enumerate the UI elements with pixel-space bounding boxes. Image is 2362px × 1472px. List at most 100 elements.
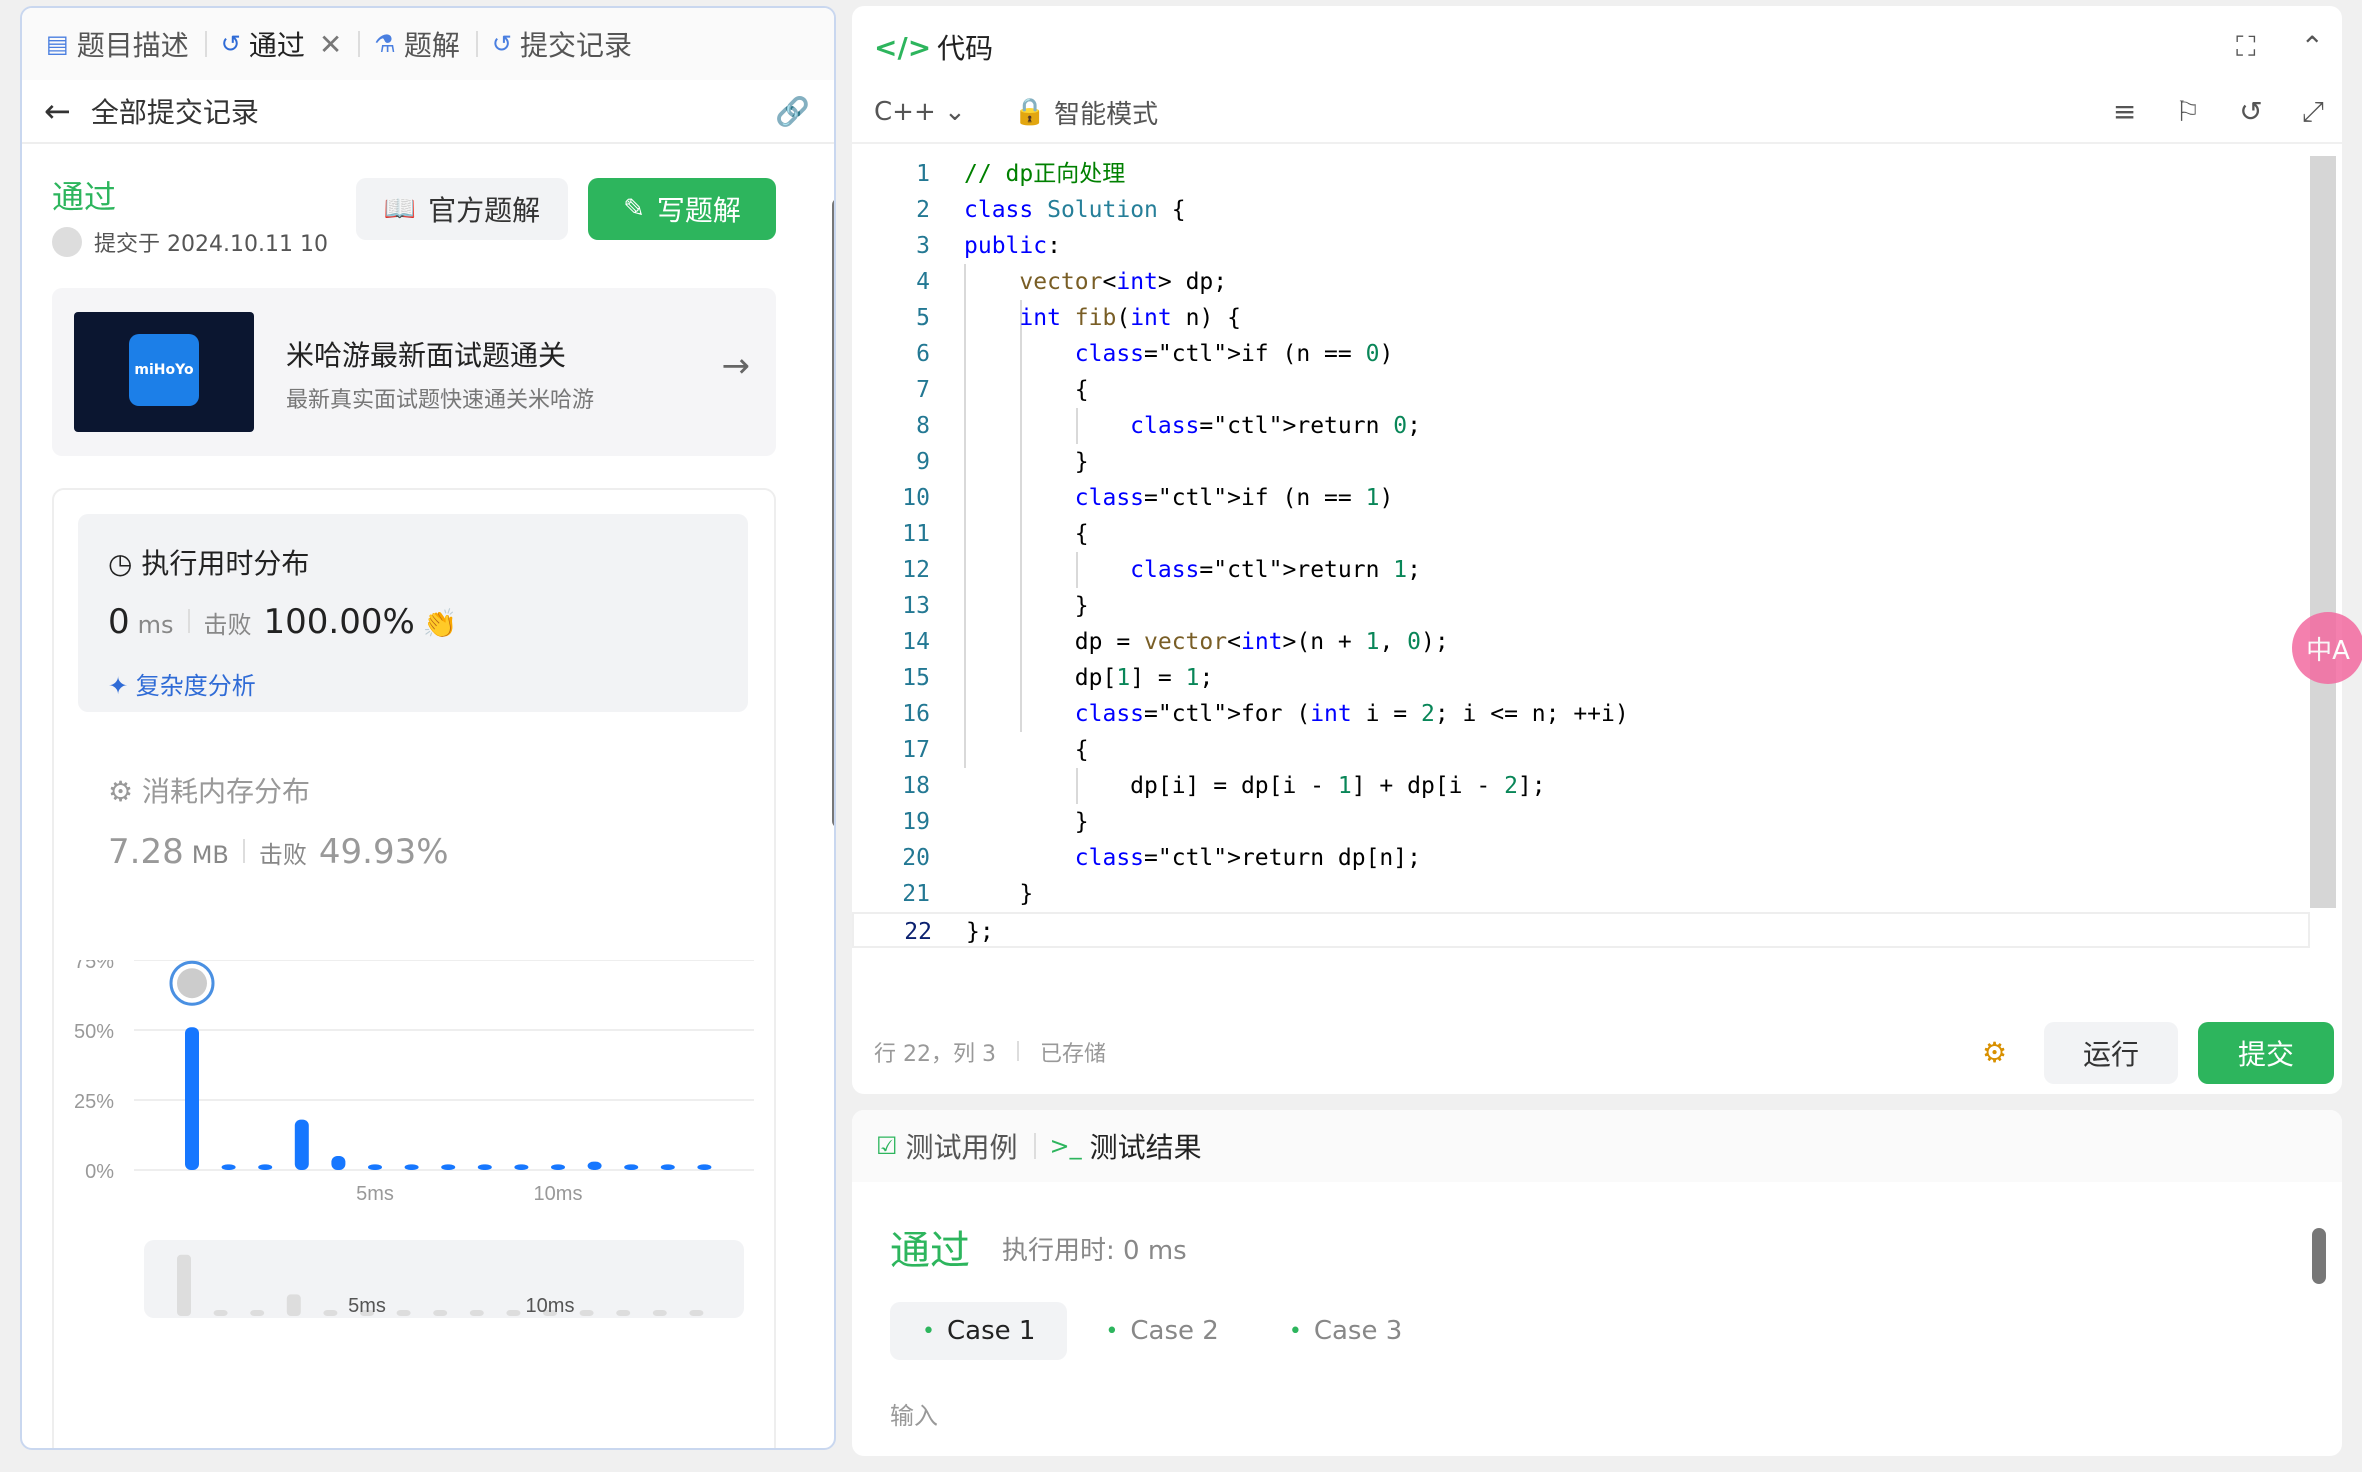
bar[interactable] bbox=[697, 1164, 712, 1170]
chevron-up-icon[interactable]: ⌃ bbox=[2301, 30, 2324, 63]
tab-submissions[interactable]: ↺ 提交记录 bbox=[492, 24, 632, 64]
line-number: 11 bbox=[902, 521, 930, 547]
case-tab-2[interactable]: • Case 2 bbox=[1073, 1302, 1250, 1360]
tab-divider bbox=[1033, 1133, 1036, 1159]
close-icon[interactable]: ✕ bbox=[319, 28, 342, 61]
code-text: } bbox=[964, 809, 1089, 835]
memory-title[interactable]: ⚙ 消耗内存分布 bbox=[108, 770, 310, 810]
run-button[interactable]: 运行 bbox=[2044, 1022, 2178, 1084]
fullscreen-icon[interactable]: ⛶ bbox=[2236, 30, 2256, 63]
runtime-unit: ms bbox=[137, 611, 174, 639]
submit-button[interactable]: 提交 bbox=[2198, 1022, 2334, 1084]
official-solution-button[interactable]: 📖 官方题解 bbox=[356, 178, 568, 240]
chip-icon: ⚙ bbox=[108, 775, 134, 808]
bar[interactable] bbox=[441, 1164, 456, 1170]
promo-image: miHoYo bbox=[74, 312, 254, 432]
overview-brush[interactable] bbox=[144, 1240, 744, 1318]
test-panel: ☑ 测试用例 >_ 测试结果 通过 执行用时: 0 ms • Case 1 • Ca… bbox=[852, 1110, 2342, 1456]
editor-actions: ≡ ⚐ ↺ ⤢ bbox=[2083, 95, 2324, 129]
code-line[interactable]: 5 int fib(int n) { bbox=[852, 300, 2310, 336]
code-line[interactable]: 17 { bbox=[852, 732, 2310, 768]
arrow-left-icon[interactable]: ← bbox=[44, 92, 71, 130]
code-line[interactable]: 7 { bbox=[852, 372, 2310, 408]
code-line[interactable]: 4 vector<int> dp; bbox=[852, 264, 2310, 300]
chevron-down-icon: ⌄ bbox=[944, 97, 966, 127]
bar[interactable] bbox=[551, 1164, 565, 1170]
link-icon[interactable]: 🔗 bbox=[775, 95, 810, 128]
code-line[interactable]: 18 dp[i] = dp[i - 1] + dp[i - 2]; bbox=[852, 768, 2310, 804]
code-line[interactable]: 10 class="ctl">if (n == 1) bbox=[852, 480, 2310, 516]
translate-button[interactable]: 中A bbox=[2292, 612, 2362, 684]
code-line[interactable]: 21 } bbox=[852, 876, 2310, 912]
code-editor[interactable]: 1 // dp正向处理 2 class Solution {3 public: 4 vec… bbox=[852, 156, 2310, 976]
code-line[interactable]: 22}; bbox=[852, 912, 2310, 948]
format-icon[interactable]: ≡ bbox=[2113, 95, 2136, 128]
terminal-icon: >_ bbox=[1049, 1132, 1082, 1160]
promo-title: 米哈游最新面试题通关 bbox=[286, 339, 567, 372]
bookmark-icon[interactable]: ⚐ bbox=[2175, 95, 2200, 128]
case-tab-3[interactable]: • Case 3 bbox=[1257, 1302, 1434, 1360]
line-number: 6 bbox=[916, 341, 930, 367]
code-line[interactable]: 11 { bbox=[852, 516, 2310, 552]
code-line[interactable]: 2 class Solution { bbox=[852, 192, 2310, 228]
complexity-analysis-link[interactable]: ✦ 复杂度分析 bbox=[108, 666, 256, 701]
code-line[interactable]: 15 dp[1] = 1; bbox=[852, 660, 2310, 696]
overview-bar bbox=[286, 1294, 301, 1316]
bar[interactable] bbox=[368, 1164, 382, 1170]
tab-description[interactable]: ▤ 题目描述 bbox=[46, 24, 189, 64]
code-line[interactable]: 12 class="ctl">return 1; bbox=[852, 552, 2310, 588]
reset-icon[interactable]: ↺ bbox=[2239, 95, 2262, 128]
runtime-distribution-chart[interactable]: 75% 50% 25% 0% 5ms 10ms 5ms 10ms bbox=[54, 960, 774, 1450]
line-number: 13 bbox=[902, 593, 930, 619]
clock-icon: ◷ bbox=[108, 547, 133, 580]
bar[interactable] bbox=[660, 1164, 675, 1170]
runtime-beat-value: 100.00% bbox=[263, 602, 415, 642]
bar[interactable] bbox=[294, 1119, 309, 1170]
tab-testcases[interactable]: ☑ 测试用例 bbox=[876, 1126, 1018, 1166]
mode-label[interactable]: 智能模式 bbox=[1054, 94, 1158, 131]
tab-divider bbox=[204, 31, 207, 57]
code-line[interactable]: 19 } bbox=[852, 804, 2310, 840]
code-text: int fib(int n) { bbox=[1019, 305, 1241, 331]
code-line[interactable]: 6 class="ctl">if (n == 0) bbox=[852, 336, 2310, 372]
tab-accepted[interactable]: ↺ 通过 ✕ bbox=[221, 24, 343, 64]
code-line[interactable]: 3 public: bbox=[852, 228, 2310, 264]
overview-bar bbox=[506, 1310, 521, 1316]
code-line[interactable]: 13 } bbox=[852, 588, 2310, 624]
stats-card: ◷ 执行用时分布 0 ms 击败 100.00% 👏 ✦ 复杂度分析 ⚙ 消耗内… bbox=[52, 488, 776, 1450]
bar[interactable] bbox=[185, 1027, 199, 1170]
history-icon: ↺ bbox=[491, 30, 512, 58]
debugger-icon[interactable]: ⚙ bbox=[1982, 1036, 2007, 1069]
bar[interactable] bbox=[587, 1161, 602, 1170]
code-line[interactable]: 16 class="ctl">for (int i = 2; i <= n; +… bbox=[852, 696, 2310, 732]
language-select[interactable]: C++ ⌄ bbox=[874, 97, 966, 127]
submitted-at: 提交于 2024.10.11 10 bbox=[52, 226, 342, 258]
scrollbar[interactable] bbox=[832, 198, 834, 828]
code-icon: </> bbox=[874, 30, 932, 64]
case-tab-1[interactable]: • Case 1 bbox=[890, 1302, 1068, 1360]
scrollbar[interactable] bbox=[2312, 1228, 2326, 1284]
tab-test-results[interactable]: >_ 测试结果 bbox=[1050, 1126, 1202, 1166]
code-text: dp[i] = dp[i - 1] + dp[i - 2]; bbox=[964, 773, 1546, 799]
promo-card[interactable]: miHoYo 米哈游最新面试题通关 最新真实面试题快速通关米哈游 → bbox=[52, 288, 776, 456]
bar[interactable] bbox=[477, 1164, 492, 1170]
promo-subtitle: 最新真实面试题快速通关米哈游 bbox=[286, 388, 595, 413]
code-line[interactable]: 14 dp = vector<int>(n + 1, 0); bbox=[852, 624, 2310, 660]
code-line[interactable]: 9 } bbox=[852, 444, 2310, 480]
bar[interactable] bbox=[258, 1164, 273, 1170]
code-line[interactable]: 1 // dp正向处理 bbox=[852, 156, 2310, 192]
code-line[interactable]: 8 class="ctl">return 0; bbox=[852, 408, 2310, 444]
bar[interactable] bbox=[221, 1164, 236, 1170]
bar[interactable] bbox=[331, 1156, 346, 1170]
line-number: 14 bbox=[902, 629, 930, 655]
expand-icon[interactable]: ⤢ bbox=[2302, 95, 2324, 128]
tab-solutions[interactable]: ⚗ 题解 bbox=[374, 24, 460, 64]
runtime-card[interactable]: ◷ 执行用时分布 0 ms 击败 100.00% 👏 ✦ 复杂度分析 bbox=[78, 514, 748, 712]
bar[interactable] bbox=[514, 1164, 529, 1170]
code-line[interactable]: 20 class="ctl">return dp[n]; bbox=[852, 840, 2310, 876]
bar[interactable] bbox=[404, 1164, 419, 1170]
all-submissions-link[interactable]: 全部提交记录 bbox=[91, 91, 259, 131]
editor-scrollbar[interactable] bbox=[2310, 156, 2336, 908]
bar[interactable] bbox=[624, 1164, 639, 1170]
write-solution-button[interactable]: ✎ 写题解 bbox=[588, 178, 776, 240]
